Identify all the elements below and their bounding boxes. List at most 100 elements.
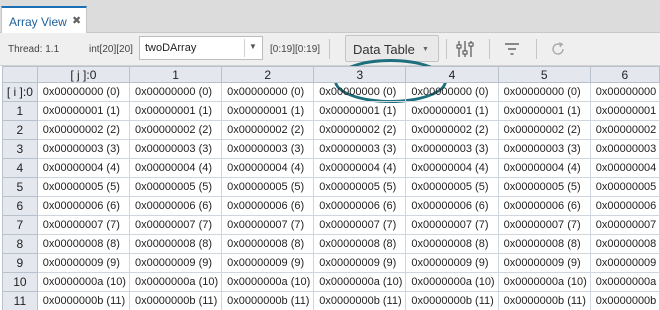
table-cell[interactable]: 0x00000009 (9) — [405, 253, 499, 273]
expression-combobox[interactable]: twoDArray ▼ — [139, 36, 263, 60]
table-cell[interactable]: 0x00000002 (2) — [36, 120, 130, 140]
table-cell[interactable]: 0x0000000a (10) — [313, 272, 407, 292]
table-cell[interactable]: 0x00000006 (6) — [221, 196, 315, 216]
table-cell[interactable]: 0x00000007 (7) — [128, 215, 223, 235]
table-cell[interactable]: 0x00000006 (6) — [313, 196, 407, 216]
refresh-icon[interactable] — [549, 40, 567, 58]
table-cell[interactable]: 0x00000002 (2) — [313, 120, 407, 140]
table-cell[interactable]: 0x00000009 (9) — [313, 253, 407, 273]
row-header[interactable]: 9 — [2, 253, 38, 273]
table-cell[interactable]: 0x00000002 (2) — [128, 120, 223, 140]
table-cell[interactable]: 0x0000000a (10) — [36, 272, 130, 292]
table-cell[interactable]: 0x00000008 (8) — [497, 234, 591, 254]
column-header[interactable]: [ j ]:0 — [36, 66, 130, 83]
row-header[interactable]: 8 — [2, 234, 38, 254]
row-header[interactable]: 10 — [2, 272, 38, 292]
table-cell[interactable]: 0x00000008 — [589, 234, 660, 254]
table-cell[interactable]: 0x00000005 — [589, 177, 660, 197]
table-cell[interactable]: 0x00000001 (1) — [128, 101, 223, 121]
row-header[interactable]: 6 — [2, 196, 38, 216]
table-cell[interactable]: 0x00000008 (8) — [128, 234, 223, 254]
table-cell[interactable]: 0x00000006 — [589, 196, 660, 216]
column-header[interactable]: 4 — [405, 66, 499, 83]
table-cell[interactable]: 0x00000000 (0) — [128, 82, 223, 102]
table-cell[interactable]: 0x00000001 (1) — [405, 101, 499, 121]
table-cell[interactable]: 0x00000003 (3) — [128, 139, 223, 159]
table-cell[interactable]: 0x00000007 (7) — [36, 215, 130, 235]
table-cell[interactable]: 0x00000004 — [589, 158, 660, 178]
table-cell[interactable]: 0x0000000b (11) — [36, 291, 130, 310]
table-cell[interactable]: 0x00000009 (9) — [221, 253, 315, 273]
table-cell[interactable]: 0x0000000a (10) — [128, 272, 223, 292]
close-icon[interactable]: ✖ — [72, 14, 81, 27]
table-cell[interactable]: 0x00000001 — [589, 101, 660, 121]
filter-icon[interactable] — [503, 40, 521, 58]
table-cell[interactable]: 0x00000002 (2) — [405, 120, 499, 140]
table-cell[interactable]: 0x00000002 (2) — [497, 120, 591, 140]
table-cell[interactable]: 0x00000001 (1) — [36, 101, 130, 121]
table-cell[interactable]: 0x00000001 (1) — [497, 101, 591, 121]
table-cell[interactable]: 0x0000000a (10) — [405, 272, 499, 292]
table-cell[interactable]: 0x0000000b (11) — [497, 291, 591, 310]
table-cell[interactable]: 0x00000000 — [589, 82, 660, 102]
table-cell[interactable]: 0x0000000a (10) — [221, 272, 315, 292]
row-header[interactable]: 1 — [2, 101, 38, 121]
table-cell[interactable]: 0x00000008 (8) — [36, 234, 130, 254]
column-header[interactable]: 6 — [589, 66, 660, 83]
table-cell[interactable]: 0x00000000 (0) — [313, 82, 407, 102]
table-cell[interactable]: 0x00000004 (4) — [128, 158, 223, 178]
table-cell[interactable]: 0x00000000 (0) — [36, 82, 130, 102]
table-cell[interactable]: 0x00000009 (9) — [36, 253, 130, 273]
table-cell[interactable]: 0x0000000b (11) — [221, 291, 315, 310]
row-header[interactable]: [ i ]:0 — [2, 82, 38, 102]
sliders-icon[interactable] — [456, 40, 474, 58]
table-cell[interactable]: 0x00000001 (1) — [313, 101, 407, 121]
table-cell[interactable]: 0x0000000a — [589, 272, 660, 292]
table-cell[interactable]: 0x00000009 — [589, 253, 660, 273]
table-cell[interactable]: 0x00000000 (0) — [405, 82, 499, 102]
table-cell[interactable]: 0x00000000 (0) — [497, 82, 591, 102]
table-cell[interactable]: 0x00000004 (4) — [221, 158, 315, 178]
table-cell[interactable]: 0x00000007 (7) — [405, 215, 499, 235]
table-cell[interactable]: 0x00000005 (5) — [128, 177, 223, 197]
table-cell[interactable]: 0x0000000b (11) — [313, 291, 407, 310]
row-header[interactable]: 11 — [2, 291, 38, 310]
table-cell[interactable]: 0x00000003 (3) — [36, 139, 130, 159]
table-cell[interactable]: 0x00000005 (5) — [36, 177, 130, 197]
table-cell[interactable]: 0x00000003 (3) — [405, 139, 499, 159]
table-cell[interactable]: 0x00000007 (7) — [221, 215, 315, 235]
table-cell[interactable]: 0x00000007 (7) — [497, 215, 591, 235]
column-header[interactable]: 2 — [221, 66, 315, 83]
table-cell[interactable]: 0x00000009 (9) — [497, 253, 591, 273]
table-cell[interactable]: 0x00000007 — [589, 215, 660, 235]
table-cell[interactable]: 0x00000006 (6) — [36, 196, 130, 216]
table-cell[interactable]: 0x00000004 (4) — [497, 158, 591, 178]
table-cell[interactable]: 0x00000006 (6) — [405, 196, 499, 216]
table-cell[interactable]: 0x00000004 (4) — [313, 158, 407, 178]
array-data-grid[interactable]: [ j ]:0 1 2 3 4 5 6 [ i ]:0 0x00000000 (0) 0x000… — [2, 66, 660, 310]
table-cell[interactable]: 0x00000008 (8) — [313, 234, 407, 254]
view-mode-dropdown[interactable]: Data Table ▼ — [345, 35, 439, 62]
table-cell[interactable]: 0x00000004 (4) — [36, 158, 130, 178]
table-cell[interactable]: 0x00000006 (6) — [497, 196, 591, 216]
table-cell[interactable]: 0x00000002 — [589, 120, 660, 140]
table-cell[interactable]: 0x00000008 (8) — [221, 234, 315, 254]
column-header[interactable]: 3 — [313, 66, 407, 83]
table-cell[interactable]: 0x00000003 (3) — [497, 139, 591, 159]
table-cell[interactable]: 0x00000003 — [589, 139, 660, 159]
tab-array-view[interactable]: Array View ✖ — [1, 6, 87, 33]
table-cell[interactable]: 0x00000003 (3) — [221, 139, 315, 159]
table-cell[interactable]: 0x00000005 (5) — [405, 177, 499, 197]
table-cell[interactable]: 0x00000005 (5) — [497, 177, 591, 197]
table-cell[interactable]: 0x00000008 (8) — [405, 234, 499, 254]
table-cell[interactable]: 0x00000005 (5) — [313, 177, 407, 197]
row-header[interactable]: 5 — [2, 177, 38, 197]
table-cell[interactable]: 0x00000004 (4) — [405, 158, 499, 178]
table-cell[interactable]: 0x00000006 (6) — [128, 196, 223, 216]
table-cell[interactable]: 0x00000003 (3) — [313, 139, 407, 159]
table-cell[interactable]: 0x00000005 (5) — [221, 177, 315, 197]
table-cell[interactable]: 0x00000009 (9) — [128, 253, 223, 273]
column-header[interactable]: 1 — [128, 66, 223, 83]
row-header[interactable]: 3 — [2, 139, 38, 159]
table-cell[interactable]: 0x00000002 (2) — [221, 120, 315, 140]
